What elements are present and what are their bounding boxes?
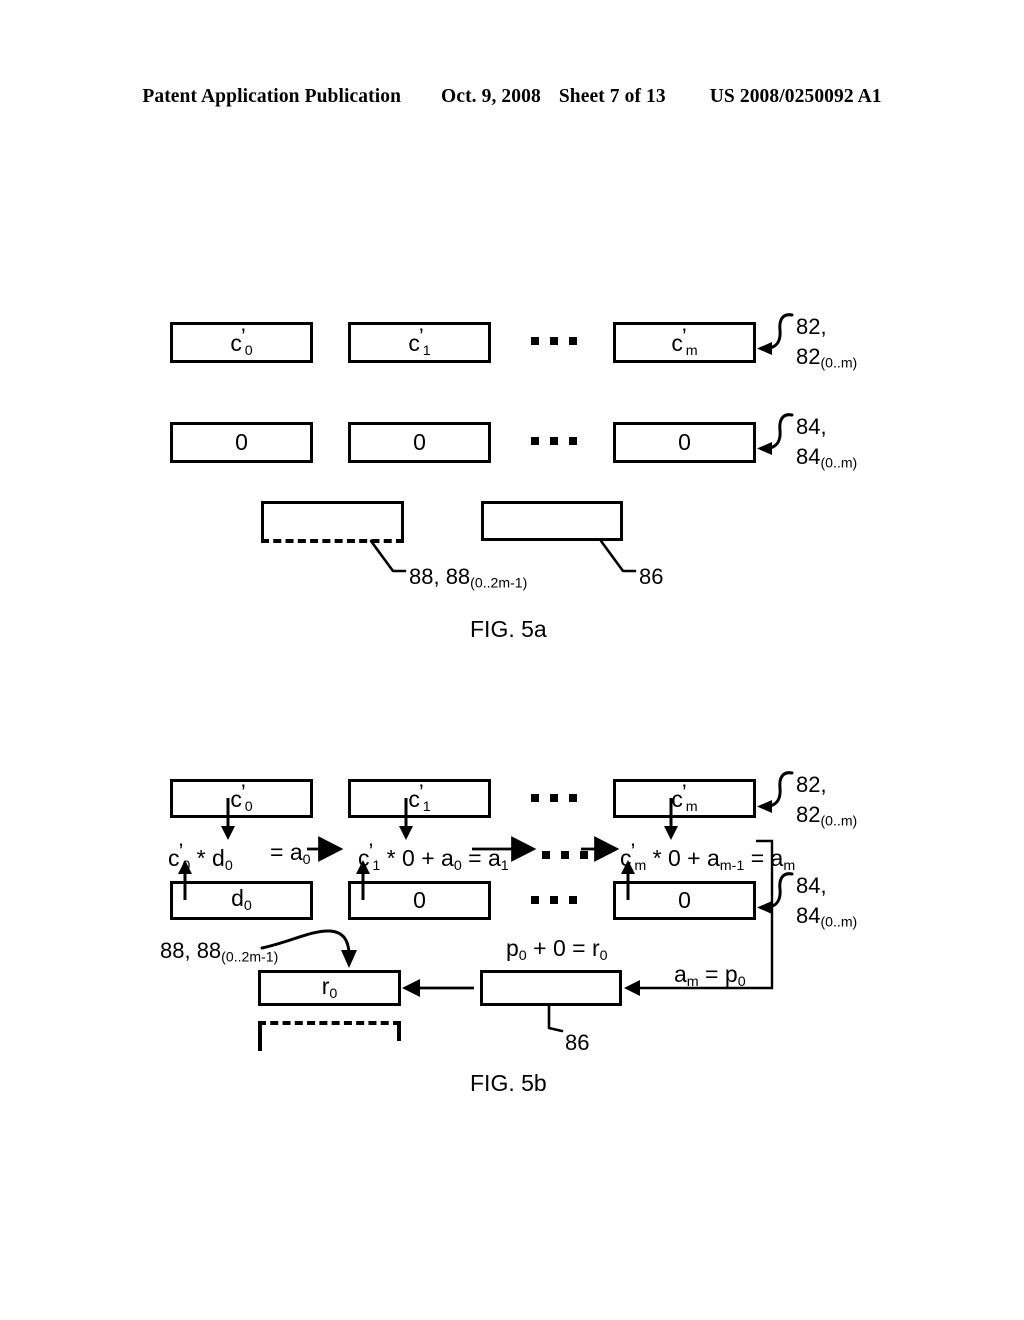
fig5b-operand-cell-m: 0 bbox=[613, 881, 756, 920]
fig5b-cprime-cell-m: c’m bbox=[613, 779, 756, 818]
header-date: Oct. 9, 2008 bbox=[441, 86, 541, 107]
patent-header: Patent Application Publication Oct. 9, 2… bbox=[0, 86, 1024, 108]
ref-84-subscript: (0..m) bbox=[820, 913, 858, 930]
ref-86-text: 86 bbox=[639, 564, 664, 589]
ref-82-line2: 82 bbox=[796, 801, 821, 827]
fig5a-zero-cell-0: 0 bbox=[170, 422, 313, 463]
fig5b-operand-cell-1: 0 bbox=[348, 881, 491, 920]
fig5a-ellipsis-row1 bbox=[531, 337, 577, 345]
fig5b-dashed-extension-right-stub bbox=[397, 1021, 401, 1041]
cell-label: 0 bbox=[678, 429, 691, 455]
cell-label: c’0 bbox=[230, 324, 253, 360]
ref-88-subscript: (0..2m-1) bbox=[221, 948, 279, 965]
fig5a-zero-cell-1: 0 bbox=[348, 422, 491, 463]
ref-86-text: 86 bbox=[565, 1030, 590, 1055]
fig5a-cprime-cell-1: c’1 bbox=[348, 322, 491, 363]
fig5b-ref-82: 82, 82(0..m) bbox=[796, 770, 857, 830]
fig5b-leader-84 bbox=[757, 872, 794, 914]
fig5a-ref-86: 86 bbox=[639, 562, 663, 592]
fig5a-box-88-dashed-bottom bbox=[261, 539, 404, 543]
ref-82-line1: 82, bbox=[796, 314, 827, 339]
fig5a-leader-line-86 bbox=[599, 539, 637, 573]
fig5b-box-86 bbox=[480, 970, 622, 1006]
fig5b-caption: FIG. 5b bbox=[470, 1070, 547, 1096]
ref-84-line2: 84 bbox=[796, 902, 821, 928]
cell-label: 0 bbox=[678, 887, 691, 913]
figure-connector-overlay bbox=[178, 313, 794, 1033]
fig5a-ellipsis-row2 bbox=[531, 437, 577, 445]
fig5b-ellipsis-eq-row bbox=[542, 851, 588, 859]
ref-84-line1: 84, bbox=[796, 873, 827, 898]
ref-82-subscript: (0..m) bbox=[820, 354, 858, 371]
cell-label: d0 bbox=[231, 885, 252, 915]
cell-label: r0 bbox=[321, 972, 338, 1002]
fig5b-leader-82 bbox=[757, 771, 794, 813]
ref-82-subscript: (0..m) bbox=[820, 812, 858, 829]
cell-label: c’1 bbox=[408, 324, 431, 360]
fig5b-cprime-cell-0: c’0 bbox=[170, 779, 313, 818]
fig5a-caption: FIG. 5a bbox=[470, 616, 547, 642]
fig5a-leader-82 bbox=[757, 313, 794, 355]
fig5b-eq-accumulate: p0 + 0 = r0 bbox=[506, 935, 608, 964]
fig5a-leader-84 bbox=[757, 413, 794, 455]
header-document-number: US 2008/0250092 A1 bbox=[709, 86, 882, 107]
cell-label: c’m bbox=[671, 780, 698, 816]
fig5b-ellipsis-row1 bbox=[531, 794, 577, 802]
cell-label: c’0 bbox=[230, 780, 253, 816]
fig5a-leader-line-88 bbox=[369, 539, 407, 573]
ref-82-line1: 82, bbox=[796, 772, 827, 797]
fig5b-ref-86: 86 bbox=[565, 1028, 589, 1058]
fig5b-eq-feedback: am = p0 bbox=[674, 961, 746, 990]
ref-82-line2: 82 bbox=[796, 343, 821, 369]
ref-88-text: 88, 88 bbox=[160, 938, 222, 963]
fig5a-zero-cell-m: 0 bbox=[613, 422, 756, 463]
ref-84-line2: 84 bbox=[796, 443, 821, 469]
fig5b-eq-stage-0: c’0 * d0 bbox=[168, 839, 233, 875]
fig5b-cprime-cell-1: c’1 bbox=[348, 779, 491, 818]
fig5a-ref-88: 88, 88(0..2m-1) bbox=[409, 562, 527, 593]
fig5a-cprime-cell-0: c’0 bbox=[170, 322, 313, 363]
fig5b-dashed-extension-top bbox=[258, 1021, 401, 1025]
fig5b-box-r0: r0 bbox=[258, 970, 401, 1006]
ref-88-text: 88, 88 bbox=[409, 564, 471, 589]
fig5b-operand-cell-0: d0 bbox=[170, 881, 313, 920]
fig5a-ref-84: 84, 84(0..m) bbox=[796, 412, 857, 472]
fig5b-dashed-extension-left-stub bbox=[258, 1021, 262, 1051]
fig5a-ref-82: 82, 82(0..m) bbox=[796, 312, 857, 372]
fig5b-eq-stage-1: c’1 * 0 + a0 = a1 bbox=[358, 839, 509, 875]
cell-label: 0 bbox=[413, 887, 426, 913]
cell-label: c’m bbox=[671, 324, 698, 360]
fig5a-cprime-cell-m: c’m bbox=[613, 322, 756, 363]
cell-label: c’1 bbox=[408, 780, 431, 816]
fig5b-ellipsis-row2 bbox=[531, 896, 577, 904]
fig5b-arrow-86-to-r0 bbox=[402, 979, 474, 997]
cell-label: 0 bbox=[413, 429, 426, 455]
fig5a-box-86 bbox=[481, 501, 623, 541]
ref-84-line1: 84, bbox=[796, 414, 827, 439]
fig5b-ref-88: 88, 88(0..2m-1) bbox=[160, 936, 278, 967]
ref-88-subscript: (0..2m-1) bbox=[470, 574, 528, 591]
fig5b-ref-84: 84, 84(0..m) bbox=[796, 871, 857, 931]
header-publication: Patent Application Publication bbox=[142, 86, 402, 107]
ref-84-subscript: (0..m) bbox=[820, 454, 858, 471]
header-sheet: Sheet 7 of 13 bbox=[558, 86, 666, 107]
fig5b-eq-stage-m: c’m * 0 + am-1 = am bbox=[620, 839, 796, 875]
fig5b-eq-carry-0: = a0 bbox=[270, 839, 311, 868]
fig5b-leader-line-86 bbox=[547, 1004, 564, 1033]
cell-label: 0 bbox=[235, 429, 248, 455]
fig5a-box-88 bbox=[261, 501, 404, 541]
patent-drawing-page: Patent Application Publication Oct. 9, 2… bbox=[0, 0, 1024, 1320]
